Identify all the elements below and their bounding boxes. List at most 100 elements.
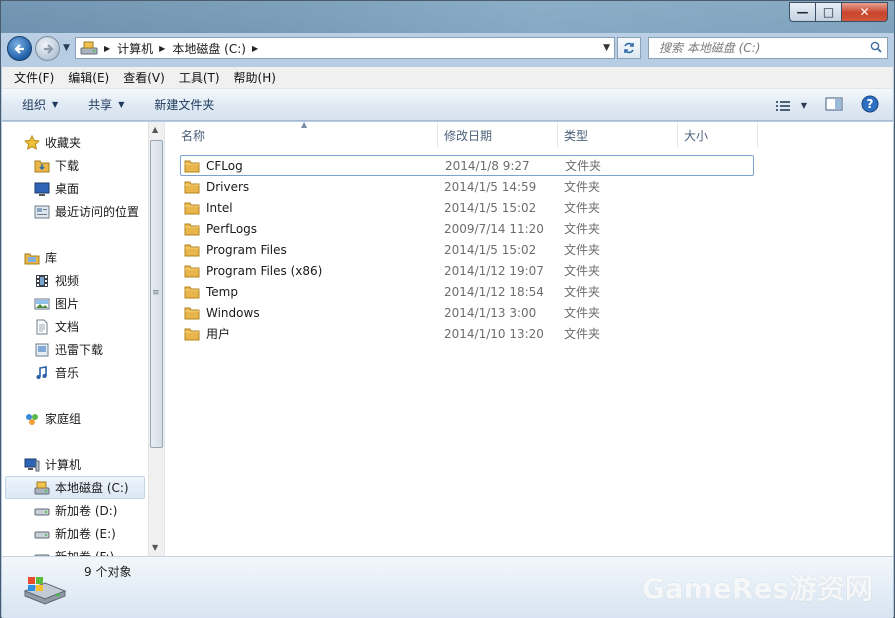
nav-item-videos[interactable]: 视频: [2, 269, 148, 292]
nav-group-homegroup: 家庭组: [2, 407, 148, 430]
file-row[interactable]: Program Files (x86) 2014/1/12 19:07 文件夹: [165, 260, 893, 281]
file-date: 2014/1/5 15:02: [444, 242, 537, 257]
forward-button[interactable]: [35, 36, 60, 61]
column-header-type[interactable]: 类型: [558, 122, 678, 148]
file-row[interactable]: Drivers 2014/1/5 14:59 文件夹: [165, 176, 893, 197]
menu-file[interactable]: 文件(F): [8, 69, 60, 86]
file-name: Temp: [206, 284, 238, 299]
arrow-right-icon: [43, 43, 54, 54]
search-icon[interactable]: [870, 41, 882, 53]
menu-view[interactable]: 查看(V): [117, 69, 171, 86]
file-row[interactable]: Temp 2014/1/12 18:54 文件夹: [165, 281, 893, 302]
help-button[interactable]: ?: [861, 95, 879, 116]
homegroup-icon: [26, 413, 38, 425]
column-header-name[interactable]: 名称 ▲: [165, 120, 438, 148]
view-controls: ▼ ?: [757, 95, 879, 116]
navigation-pane: 收藏夹 下载 桌面 最近访问的位置 库 视频 图片 文档 迅雷下载 音乐 家庭组…: [2, 122, 148, 556]
address-dropdown[interactable]: ▼: [603, 43, 610, 53]
arrow-left-icon: [13, 43, 24, 54]
main-area: 收藏夹 下载 桌面 最近访问的位置 库 视频 图片 文档 迅雷下载 音乐 家庭组…: [2, 120, 893, 556]
file-name: 用户: [206, 327, 231, 341]
search-input[interactable]: [649, 41, 859, 55]
watermark: GameRes游资网: [641, 572, 873, 605]
folder-icon: [184, 265, 200, 277]
folder-icon: [184, 244, 200, 256]
nav-item-volume-e[interactable]: 新加卷 (E:): [2, 522, 148, 545]
file-row[interactable]: 用户 2014/1/10 13:20 文件夹: [165, 323, 893, 344]
nav-favorites[interactable]: 收藏夹: [2, 131, 148, 154]
folder-icon: [184, 286, 200, 298]
file-list: 名称 ▲ 修改日期 类型 大小 CFLog 2014/1/8 9:27 文件夹 …: [165, 120, 893, 556]
nav-item-thunder-downloads[interactable]: 迅雷下载: [2, 338, 148, 361]
nav-item-documents[interactable]: 文档: [2, 315, 148, 338]
file-type: 文件夹: [564, 306, 601, 320]
minimize-button[interactable]: —: [789, 2, 816, 22]
nav-homegroup[interactable]: 家庭组: [2, 407, 148, 430]
folder-icon: [184, 181, 200, 193]
downloads-folder-icon: [34, 160, 50, 172]
close-button[interactable]: ✕: [842, 2, 888, 22]
recent-places-icon: [34, 205, 50, 218]
nav-group-favorites: 收藏夹 下载 桌面 最近访问的位置: [2, 131, 148, 223]
breadcrumb-separator[interactable]: ▶: [98, 44, 117, 53]
nav-item-recent-places[interactable]: 最近访问的位置: [2, 200, 148, 223]
address-bar[interactable]: ▶ 计算机 ▶ 本地磁盘 (C:) ▶ ▼: [75, 37, 615, 59]
drive-icon: [23, 577, 67, 605]
file-row[interactable]: PerfLogs 2009/7/14 11:20 文件夹: [165, 218, 893, 239]
file-row[interactable]: Intel 2014/1/5 15:02 文件夹: [165, 197, 893, 218]
nav-item-local-disk-c[interactable]: 本地磁盘 (C:): [5, 476, 145, 499]
scroll-grip-icon: ≡: [152, 288, 159, 298]
nav-computer[interactable]: 计算机: [2, 453, 148, 476]
details-pane: 9 个对象 GameRes游资网: [2, 556, 893, 618]
nav-item-pictures[interactable]: 图片: [2, 292, 148, 315]
column-header-date[interactable]: 修改日期: [438, 122, 558, 148]
column-header-size[interactable]: 大小: [678, 122, 758, 148]
share-button[interactable]: 共享 ▼: [88, 96, 124, 113]
file-row[interactable]: CFLog 2014/1/8 9:27 文件夹: [180, 155, 754, 176]
nav-item-volume-d[interactable]: 新加卷 (D:): [2, 499, 148, 522]
file-date: 2014/1/5 15:02: [444, 200, 537, 215]
file-rows: CFLog 2014/1/8 9:27 文件夹 Drivers 2014/1/5…: [165, 155, 893, 344]
file-type: 文件夹: [564, 285, 601, 299]
nav-item-downloads[interactable]: 下载: [2, 154, 148, 177]
organize-button[interactable]: 组织 ▼: [22, 96, 58, 113]
nav-group-libraries: 库 视频 图片 文档 迅雷下载 音乐: [2, 246, 148, 384]
nav-item-desktop[interactable]: 桌面: [2, 177, 148, 200]
nav-item-volume-f[interactable]: 新加卷 (F:): [2, 545, 148, 556]
back-button[interactable]: [7, 36, 32, 61]
search-box: [648, 37, 888, 59]
breadcrumb-computer[interactable]: 计算机 ▶: [117, 40, 172, 57]
document-icon: [36, 319, 48, 334]
scroll-down-arrow-icon[interactable]: ▼: [152, 543, 158, 552]
file-row[interactable]: Program Files 2014/1/5 15:02 文件夹: [165, 239, 893, 260]
navigation-scrollbar[interactable]: ▲ ≡ ▼: [148, 122, 164, 556]
help-icon: ?: [861, 95, 879, 113]
scroll-up-arrow-icon[interactable]: ▲: [152, 125, 158, 134]
menu-help[interactable]: 帮助(H): [228, 69, 282, 86]
file-date: 2014/1/10 13:20: [444, 326, 544, 341]
item-count: 9 个对象: [84, 565, 132, 579]
title-bar[interactable]: [1, 1, 895, 33]
preview-pane-button[interactable]: [825, 96, 843, 115]
desktop-icon: [34, 182, 50, 196]
file-type: 文件夹: [564, 243, 601, 257]
recent-pages-dropdown[interactable]: ▼: [63, 43, 70, 53]
menu-tools[interactable]: 工具(T): [173, 69, 226, 86]
file-row[interactable]: Windows 2014/1/13 3:00 文件夹: [165, 302, 893, 323]
system-drive-icon: [34, 481, 50, 494]
file-date: 2014/1/8 9:27: [445, 158, 530, 173]
nav-libraries[interactable]: 库: [2, 246, 148, 269]
nav-item-music[interactable]: 音乐: [2, 361, 148, 384]
menu-edit[interactable]: 编辑(E): [62, 69, 115, 86]
folder-icon: [184, 202, 200, 214]
view-options-button[interactable]: ▼: [775, 99, 807, 113]
refresh-button[interactable]: [617, 37, 641, 59]
drive-icon: [34, 531, 50, 538]
maximize-button[interactable]: □: [816, 2, 842, 22]
file-date: 2014/1/5 14:59: [444, 179, 537, 194]
breadcrumb-local-disk[interactable]: 本地磁盘 (C:) ▶: [172, 40, 265, 57]
file-type: 文件夹: [564, 222, 601, 236]
new-folder-button[interactable]: 新建文件夹: [154, 96, 214, 113]
file-name: Program Files (x86): [206, 263, 323, 278]
address-row: ▼ ▶ 计算机 ▶ 本地磁盘 (C:) ▶ ▼: [5, 34, 890, 62]
